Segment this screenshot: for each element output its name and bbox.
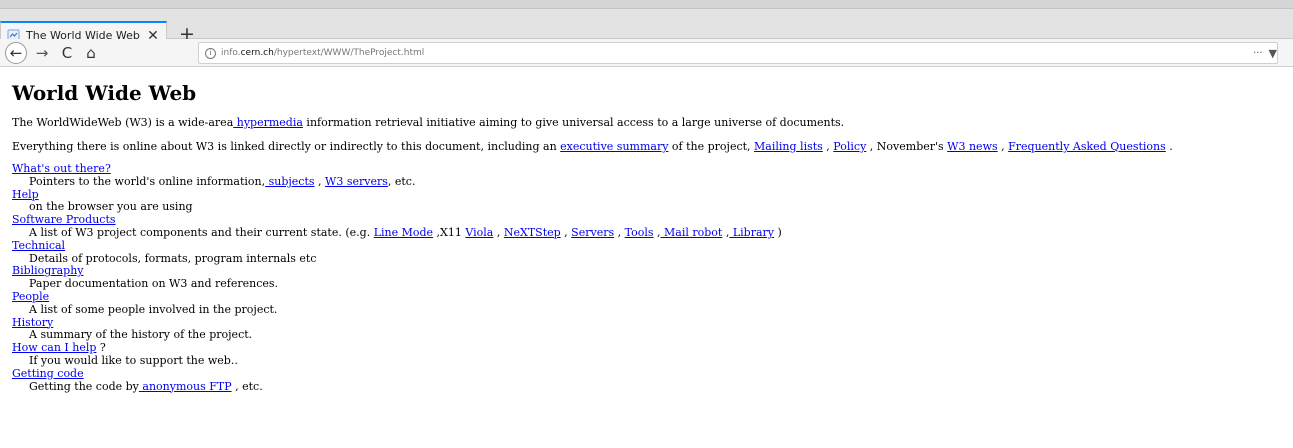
page-actions: ··· ▼ [1241,43,1277,63]
url-host: cern.ch [240,48,274,58]
software-desc-before: A list of W3 project components and thei… [29,225,374,239]
url-path: /hypertext/WWW/TheProject.html [273,48,425,58]
intro-text-before: The WorldWideWeb (W3) is a wide-area [12,116,234,129]
how-can-i-help-link[interactable]: How can I help [12,341,96,354]
section-term-help: Help [12,188,1287,202]
forward-button[interactable]: → [31,42,53,64]
software-products-link[interactable]: Software Products [12,213,116,226]
nextstep-link[interactable]: NeXTStep [504,226,561,239]
window-titlebar [0,0,1293,9]
technical-link[interactable]: Technical [12,239,65,252]
help-link[interactable]: Help [12,188,39,201]
summary-text-after: . [1165,140,1173,153]
intro-paragraph: The WorldWideWeb (W3) is a wide-area hyp… [12,115,1287,130]
section-desc-people: A list of some people involved in the pr… [29,302,278,316]
bibliography-link[interactable]: Bibliography [12,264,84,277]
line-mode-link[interactable]: Line Mode [374,226,433,239]
url-prefix: info. [221,48,241,58]
summary-text-mid1: of the project, [668,140,755,153]
w3-servers-link[interactable]: W3 servers [325,175,388,188]
tab-bar: The World Wide Web project ✕ + [0,9,1293,48]
home-icon: ⌂ [86,44,96,62]
page-content: World Wide Web The WorldWideWeb (W3) is … [12,80,1287,393]
reload-button[interactable]: C [56,42,78,64]
history-link[interactable]: History [12,316,53,329]
software-sep4: , [653,225,661,239]
section-term-people: People [12,290,1287,304]
section-term-technical: Technical [12,239,1287,253]
summary-sep2: , [997,140,1009,153]
getting-code-desc-before: Getting the code by [29,379,139,393]
w3-news-link[interactable]: W3 news [947,140,997,153]
getting-code-desc-after: , etc. [231,379,263,393]
software-sep3: , [614,225,625,239]
software-sep1: , [493,225,504,239]
hypermedia-link[interactable]: hypermedia [233,116,303,129]
anonymous-ftp-link[interactable]: anonymous FTP [139,380,231,393]
viola-link[interactable]: Viola [465,226,493,239]
section-desc-how-can-i-help: If you would like to support the web.. [29,353,238,367]
section-desc-whats-out-there: Pointers to the world's online informati… [29,174,1287,189]
page-actions-menu-icon[interactable]: ··· [1253,48,1263,59]
executive-summary-link[interactable]: executive summary [560,140,668,153]
summary-sep1: , [822,140,834,153]
software-desc-after: ) [774,225,782,239]
tools-link[interactable]: Tools [625,226,654,239]
forward-arrow-icon: → [35,44,49,62]
whats-out-there-desc-before: Pointers to the world's online informati… [29,174,266,188]
section-desc-getting-code: Getting the code by anonymous FTP , etc. [29,379,1287,394]
back-button[interactable]: ← [5,42,27,64]
back-arrow-icon: ← [9,44,23,62]
section-list: What's out there? Pointers to the world'… [12,162,1287,394]
whats-out-there-sep: , [314,174,326,188]
site-info-icon[interactable]: i [205,47,216,59]
people-link[interactable]: People [12,290,49,303]
policy-link[interactable]: Policy [833,140,866,153]
software-mid1: ,X11 [433,225,466,239]
faq-link[interactable]: Frequently Asked Questions [1008,140,1166,153]
subjects-link[interactable]: subjects [265,175,315,188]
url-bar[interactable]: i info.cern.ch/hypertext/WWW/TheProject.… [198,42,1278,64]
page-title: World Wide Web [12,81,197,105]
reload-icon: C [61,44,73,62]
summary-text-mid2: , November's [866,140,948,153]
section-desc-technical: Details of protocols, formats, program i… [29,251,317,265]
section-desc-software-products: A list of W3 project components and thei… [29,225,1287,240]
software-sep2: , [560,225,572,239]
summary-paragraph: Everything there is online about W3 is l… [12,139,1287,154]
getting-code-link[interactable]: Getting code [12,367,84,380]
servers-link[interactable]: Servers [571,226,614,239]
section-desc-bibliography: Paper documentation on W3 and references… [29,277,279,291]
whats-out-there-link[interactable]: What's out there? [12,162,111,175]
summary-text-before: Everything there is online about W3 is l… [12,140,561,153]
navigation-toolbar: ← → C ⌂ i info.cern.ch/hypertext/WWW/The… [0,39,1293,67]
home-button[interactable]: ⌂ [80,42,102,64]
section-desc-history: A summary of the history of the project. [29,328,253,342]
library-link[interactable]: Library [729,226,774,239]
url-text[interactable]: info.cern.ch/hypertext/WWW/TheProject.ht… [221,48,424,58]
pocket-icon[interactable]: ▼ [1269,47,1277,60]
how-can-i-help-suffix: ? [96,341,106,355]
intro-text-after: information retrieval initiative aiming … [302,116,845,129]
mail-robot-link[interactable]: Mail robot [661,226,722,239]
whats-out-there-desc-after: , etc. [387,174,416,188]
mailing-lists-link[interactable]: Mailing lists [754,140,823,153]
section-desc-help: on the browser you are using [29,200,193,214]
